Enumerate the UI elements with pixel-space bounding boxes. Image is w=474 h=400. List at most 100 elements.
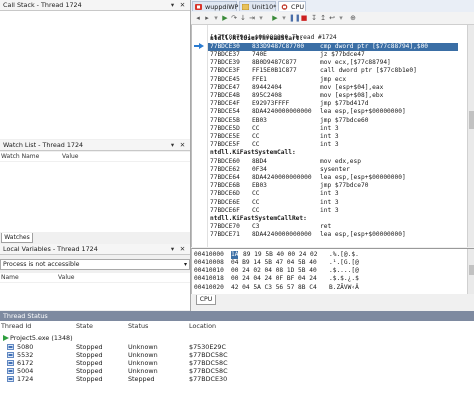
column-location[interactable]: Location	[189, 322, 216, 330]
stop-icon[interactable]: ■	[300, 14, 308, 22]
tab-unit10[interactable]: Unit10*	[239, 1, 276, 11]
disassembly-line[interactable]: 77BDCE64 8DA4240000000000 lea esp,[esp+$00…	[208, 174, 458, 182]
column-status[interactable]: Status	[128, 322, 148, 330]
disassembly-pane[interactable]: [$77C88794]=$00000000 Thread #1724 ntdll…	[191, 25, 474, 247]
thread-row[interactable]: 5080 Stopped Unknown $7530E29C	[0, 343, 474, 351]
disassembly-line[interactable]: 77BDCE45 FFE1 jmp ecx	[208, 76, 458, 84]
memory-dump-row[interactable]: 00410000 1A 89 19 5B 40 00 24 02 .%.[@.$.	[194, 250, 464, 259]
memory-dump-row[interactable]: 00410018 00 24 04 24 0F BF 04 24 .$.$.¿.$	[194, 275, 464, 283]
instruction-bytes: 740E	[252, 50, 267, 58]
column-name[interactable]: Name	[1, 273, 19, 282]
dropdown-icon[interactable]: ▾	[212, 14, 220, 22]
watch-list-body[interactable]	[0, 162, 190, 232]
thread-location: $77BDC58C	[189, 350, 228, 359]
disassembly-line[interactable]: 77BDCE30 833D9487C87700 cmp dword ptr [$77…	[208, 42, 458, 51]
step-back-icon[interactable]: ↥	[319, 14, 327, 22]
memory-dump-row[interactable]: 00410020 42 04 5A C3 56 57 8B C4 B.ZÃVW‹Ä	[194, 284, 464, 292]
column-thread-id[interactable]: Thread Id	[1, 322, 31, 330]
disassembly-label[interactable]: ntdll.RtlUserThreadStart:	[208, 35, 458, 43]
thread-status: Unknown	[128, 367, 158, 376]
scrollbar-thumb[interactable]	[469, 265, 474, 275]
dropdown-icon[interactable]: ▾	[337, 14, 345, 22]
dropdown-icon[interactable]: ▾	[280, 14, 288, 22]
dump-address: 00410000	[194, 250, 224, 258]
disassembly-line[interactable]: 77BDCE6F CC int 3	[208, 207, 458, 215]
local-variables-title-bar[interactable]: Local Variables - Thread 1724 ▾ ✕	[0, 244, 190, 255]
dump-scrollbar[interactable]	[467, 249, 474, 294]
disassembly-line[interactable]: 77BDCE6D CC int 3	[208, 190, 458, 198]
run-until-return-icon[interactable]: ↩	[328, 14, 336, 22]
column-state[interactable]: State	[76, 322, 93, 330]
back-icon[interactable]: ◂	[194, 14, 202, 22]
process-row[interactable]: Project5.exe (1348)	[0, 334, 474, 342]
pause-icon[interactable]: ❚❚	[289, 14, 301, 22]
instruction-text: int 3	[320, 198, 339, 206]
disassembly-line[interactable]: 77BDCE60 8BD4 mov edx,esp	[208, 158, 458, 166]
thread-location: $77BDCE30	[189, 375, 228, 384]
thread-status-header: Thread Id State Status Location	[0, 322, 474, 330]
local-variables-body[interactable]	[0, 283, 190, 310]
pin-icon[interactable]: ▾	[168, 0, 177, 11]
thread-row[interactable]: 6172 Stopped Unknown $77BDC58C	[0, 359, 474, 367]
run-icon[interactable]: ▶	[221, 14, 229, 22]
play-icon[interactable]: ▶	[271, 14, 279, 22]
watches-tab[interactable]: Watches	[1, 233, 33, 243]
dump-selected-byte[interactable]: 1A	[231, 250, 239, 259]
thread-status-panel[interactable]: Thread Id State Status Location Project5…	[0, 321, 474, 400]
disassembly-line[interactable]: 77BDCE4B 895C2408 mov [esp+$08],ebx	[208, 92, 458, 100]
thread-row[interactable]: 1724 Stopped Stepped $77BDCE30	[0, 375, 474, 383]
unit-icon	[242, 4, 249, 10]
tab-cpu[interactable]: CPU	[278, 1, 306, 11]
pin-icon[interactable]: ▾	[168, 140, 177, 151]
dropdown-icon[interactable]: ▾	[257, 14, 265, 22]
breakpoint-gutter[interactable]	[192, 25, 208, 247]
disassembly-line[interactable]: 77BDCE47 89442404 mov [esp+$04],eax	[208, 84, 458, 92]
close-icon[interactable]: ✕	[178, 244, 187, 255]
step-over-icon[interactable]: ↷	[230, 14, 238, 22]
cpu-toolbar: ◂ ▸ ▾ ▶ ↷ ↓ ⇥ ▾ ▶ ▾ ❚❚ ■ ↧ ↥ ↩ ▾ ⊕	[191, 12, 474, 25]
watch-list-title-bar[interactable]: Watch List - Thread 1724 ▾ ✕	[0, 140, 190, 151]
disassembly-label[interactable]: ntdll.KiFastSystemCallRet:	[208, 215, 458, 223]
disassembly-line[interactable]: 77BDCE5B EB03 jmp $77bdce60	[208, 117, 458, 125]
disassembly-line[interactable]: 77BDCE6B EB03 jmp $77bdce70	[208, 182, 458, 190]
memory-dump-pane[interactable]: 00410000 1A 89 19 5B 40 00 24 02 .%.[@.$. 00…	[191, 248, 474, 294]
run-to-cursor-icon[interactable]: ⇥	[248, 14, 256, 22]
instruction-bytes: EB03	[252, 182, 267, 190]
disassembly-label[interactable]: ntdll.KiFastSystemCall:	[208, 149, 458, 157]
disassembly-line[interactable]: 77BDCE5E CC int 3	[208, 133, 458, 141]
disassembly-line[interactable]: 77BDCE62 0F34 sysenter	[208, 166, 458, 174]
call-stack-title-bar[interactable]: Call Stack - Thread 1724 ▾ ✕	[0, 0, 190, 11]
column-value[interactable]: Value	[58, 273, 74, 282]
disassembly-line[interactable]: 77BDCE5D CC int 3	[208, 125, 458, 133]
thread-location: $77BDC58C	[189, 367, 228, 376]
tab-wuppdiwp[interactable]: wuppdiWP	[192, 1, 238, 11]
disassembly-scrollbar[interactable]	[467, 25, 474, 247]
close-icon[interactable]: ✕	[178, 140, 187, 151]
forward-icon[interactable]: ▸	[203, 14, 211, 22]
thread-row[interactable]: 5004 Stopped Unknown $77BDC58C	[0, 367, 474, 375]
disassembly-line[interactable]: 77BDCE37 740E jz $77bdce47	[208, 51, 458, 59]
disassembly-line[interactable]: 77BDCE3F FF15E0B1C877 call dword ptr [$77c…	[208, 67, 458, 75]
disassembly-line[interactable]: 77BDCE70 C3 ret	[208, 223, 458, 231]
disassembly-line[interactable]: 77BDCE6E CC int 3	[208, 199, 458, 207]
call-stack-list[interactable]	[0, 11, 190, 139]
disassembly-line[interactable]: 77BDCE54 8DA4240000000000 lea esp,[esp+$00…	[208, 108, 458, 116]
watch-icon[interactable]: ⊕	[349, 14, 357, 22]
memory-dump-row[interactable]: 00410010 00 24 02 04 08 1D 5B 40 .$....[@	[194, 267, 464, 275]
scrollbar-thumb[interactable]	[469, 111, 474, 129]
dump-address: 00410010	[194, 267, 224, 275]
column-watch-name[interactable]: Watch Name	[1, 152, 39, 161]
chevron-down-icon[interactable]: ▾	[184, 260, 187, 269]
close-icon[interactable]: ✕	[178, 0, 187, 11]
process-select[interactable]: Process is not accessible ▾	[0, 259, 190, 270]
memory-dump-row[interactable]: 00410008 04 B9 14 5B 47 04 5B 40 .¹.[G.[@	[194, 259, 464, 267]
cpu-view-tab[interactable]: CPU	[196, 295, 216, 305]
column-value[interactable]: Value	[62, 152, 78, 161]
disassembly-line[interactable]: 77BDCE4F E92973FFFF jmp $77bd417d	[208, 100, 458, 108]
thread-row[interactable]: 5532 Stopped Unknown $77BDC58C	[0, 351, 474, 359]
pin-icon[interactable]: ▾	[168, 244, 177, 255]
disassembly-line[interactable]: 77BDCE39 8B0D9487C877 mov ecx,[$77c88794]	[208, 59, 458, 67]
disassembly-line[interactable]: 77BDCE71 8DA4240000000000 lea esp,[esp+$00…	[208, 231, 458, 239]
step-icon[interactable]: ↧	[310, 14, 318, 22]
trace-into-icon[interactable]: ↓	[239, 14, 247, 22]
